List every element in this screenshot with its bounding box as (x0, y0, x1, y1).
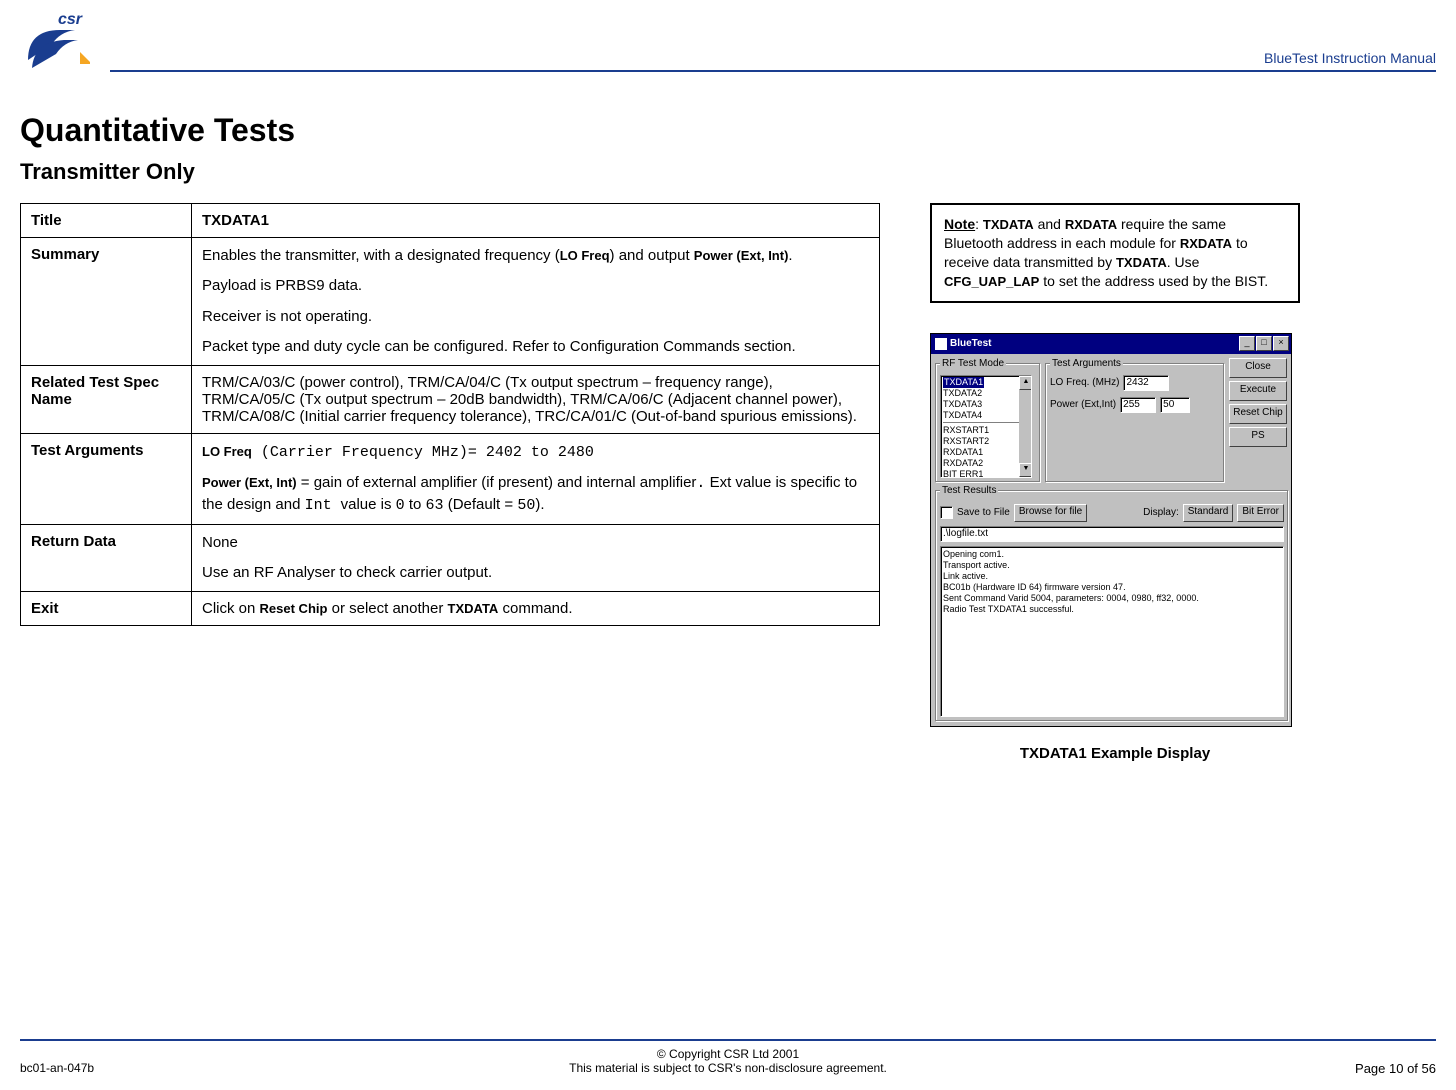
table-row: Exit Click on Reset Chip or select anoth… (21, 592, 880, 626)
list-item-selected[interactable]: TXDATA1 (943, 377, 984, 388)
row-label: Exit (21, 592, 192, 626)
footer-copyright: © Copyright CSR Ltd 2001 This material i… (374, 1047, 1082, 1075)
row-label: Summary (21, 238, 192, 366)
row-value: TRM/CA/03/C (power control), TRM/CA/04/C… (192, 366, 880, 434)
results-textarea[interactable]: Opening com1. Transport active. Link act… (940, 546, 1284, 717)
minimize-icon[interactable]: _ (1239, 336, 1255, 351)
list-item[interactable]: BIT ERR1 (943, 469, 1031, 478)
row-value: Click on Reset Chip or select another TX… (192, 592, 880, 626)
save-to-file-checkbox[interactable] (940, 506, 953, 519)
close-button[interactable]: Close (1229, 358, 1287, 378)
row-label: Title (21, 204, 192, 238)
row-value: Enables the transmitter, with a designat… (192, 238, 880, 366)
row-label: Return Data (21, 524, 192, 592)
list-item[interactable]: RXSTART2 (943, 436, 1031, 447)
group-label: RF Test Mode (940, 358, 1006, 369)
browse-button[interactable]: Browse for file (1014, 504, 1087, 522)
footer-divider (20, 1039, 1436, 1041)
bit-error-button[interactable]: Bit Error (1237, 504, 1284, 522)
lo-freq-input[interactable]: 2432 (1123, 375, 1169, 391)
table-row: Test Arguments LO Freq (Carrier Frequenc… (21, 434, 880, 525)
row-value: LO Freq (Carrier Frequency MHz)= 2402 to… (192, 434, 880, 525)
footer-page-number: Page 10 of 56 (1082, 1047, 1436, 1076)
checkbox-label: Save to File (957, 507, 1010, 518)
section-heading: Quantitative Tests (20, 112, 1436, 149)
bluetest-window: BlueTest _ □ × RF Test Mode TXDATA1 TXD (930, 333, 1292, 727)
close-icon[interactable]: × (1273, 336, 1289, 351)
test-mode-list[interactable]: TXDATA1 TXDATA2 TXDATA3 TXDATA4 RXSTART1… (940, 375, 1032, 478)
ps-button[interactable]: PS (1229, 427, 1287, 447)
list-item[interactable]: RXDATA2 (943, 458, 1031, 469)
row-value: TXDATA1 (202, 212, 269, 229)
list-item[interactable]: RXDATA1 (943, 447, 1031, 458)
list-item[interactable]: RXSTART1 (943, 425, 1031, 436)
execute-button[interactable]: Execute (1229, 381, 1287, 401)
spec-table: Title TXDATA1 Summary Enables the transm… (20, 203, 880, 626)
scrollbar[interactable]: ▲ ▼ (1019, 376, 1031, 477)
list-item[interactable]: TXDATA3 (943, 399, 1031, 410)
scroll-up-icon[interactable]: ▲ (1019, 376, 1032, 390)
note-box: Note: TXDATA and RXDATA require the same… (930, 203, 1300, 303)
app-icon (935, 338, 947, 350)
row-value: None Use an RF Analyser to check carrier… (192, 524, 880, 592)
window-title: BlueTest (950, 338, 1238, 349)
group-label: Test Results (940, 485, 998, 496)
header-divider (110, 70, 1436, 72)
footer-doc-id: bc01-an-047b (20, 1047, 374, 1075)
arg-label: Power (Ext,Int) (1050, 399, 1116, 410)
maximize-icon[interactable]: □ (1256, 336, 1272, 351)
document-title: BlueTest Instruction Manual (110, 50, 1436, 66)
reset-chip-button[interactable]: Reset Chip (1229, 404, 1287, 424)
power-ext-input[interactable]: 255 (1120, 397, 1156, 413)
row-label: Test Arguments (21, 434, 192, 525)
display-label: Display: (1143, 507, 1179, 518)
table-row: Title TXDATA1 (21, 204, 880, 238)
list-item[interactable]: TXDATA2 (943, 388, 1031, 399)
logfile-input[interactable]: .\logfile.txt (940, 526, 1284, 542)
title-bar: BlueTest _ □ × (931, 334, 1291, 354)
svg-text:csr: csr (58, 11, 83, 28)
subsection-heading: Transmitter Only (20, 159, 1436, 185)
arg-label: LO Freq. (MHz) (1050, 377, 1119, 388)
table-row: Summary Enables the transmitter, with a … (21, 238, 880, 366)
row-label: Related Test Spec Name (21, 366, 192, 434)
table-row: Return Data None Use an RF Analyser to c… (21, 524, 880, 592)
table-row: Related Test Spec Name TRM/CA/03/C (powe… (21, 366, 880, 434)
list-item[interactable]: TXDATA4 (943, 410, 1031, 421)
csr-logo: csr (20, 10, 90, 72)
figure-caption: TXDATA1 Example Display (930, 745, 1300, 762)
display-dropdown[interactable]: Standard (1183, 504, 1234, 522)
group-label: Test Arguments (1050, 358, 1123, 369)
scroll-down-icon[interactable]: ▼ (1019, 463, 1032, 477)
power-int-input[interactable]: 50 (1160, 397, 1190, 413)
